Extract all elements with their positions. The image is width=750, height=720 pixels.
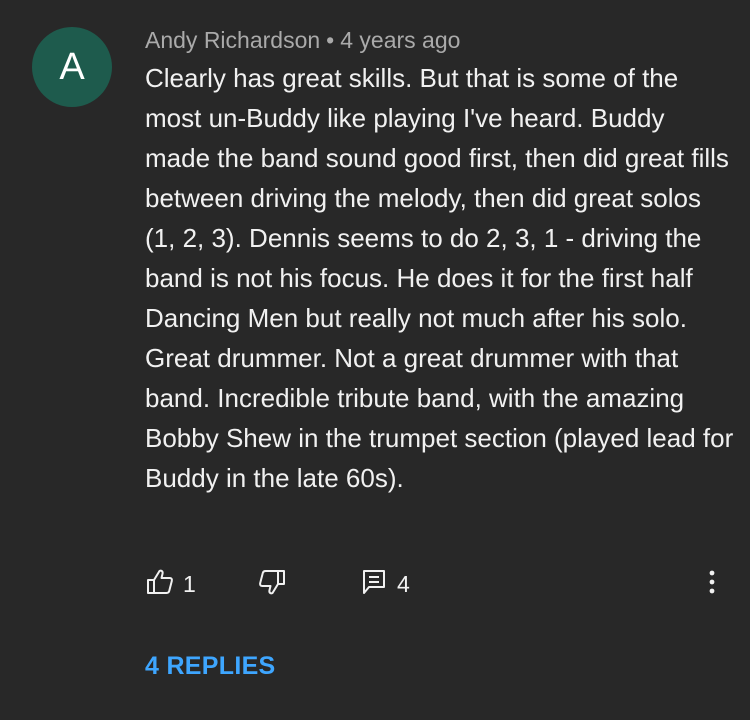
reply-button[interactable]: 4 [359,566,410,602]
reply-count: 4 [397,570,410,597]
like-count: 1 [183,570,196,597]
view-replies-button[interactable]: 4 REPLIES [145,652,276,681]
avatar-letter: A [59,45,85,88]
dislike-button[interactable] [257,566,287,602]
comment-header: Andy Richardson • 4 years ago [145,27,460,54]
avatar[interactable]: A [32,27,112,107]
comment-icon [359,567,389,602]
meta-separator: • [326,27,335,53]
like-button[interactable]: 1 [145,566,196,602]
timestamp[interactable]: 4 years ago [340,27,460,53]
thumbs-up-icon [145,567,175,602]
author-name[interactable]: Andy Richardson [145,27,320,53]
thumbs-down-icon [257,567,287,602]
more-options-button[interactable] [697,566,727,602]
comment-actions: 1 4 [145,566,750,602]
more-vertical-icon [697,567,727,602]
comment-text: Clearly has great skills. But that is so… [145,63,734,493]
